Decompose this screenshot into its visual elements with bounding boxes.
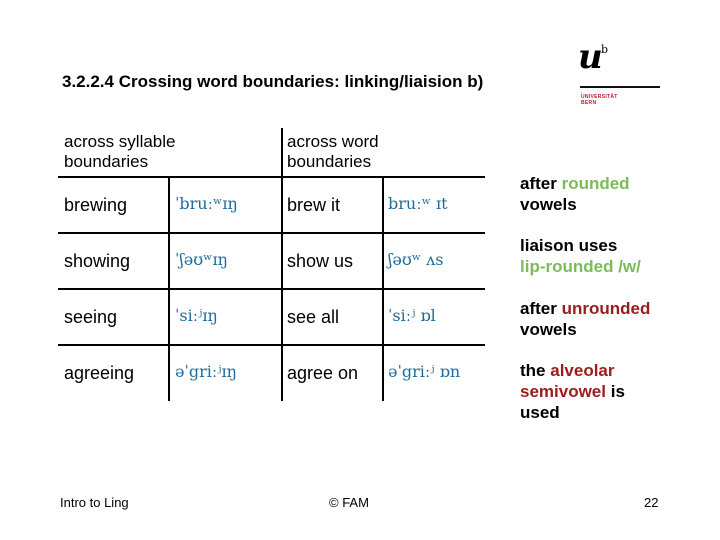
- note-highlight: rounded: [561, 174, 630, 193]
- table-rule: [58, 344, 485, 346]
- header-line: across word: [287, 132, 379, 151]
- logo-institution-line2: BERN: [581, 100, 597, 106]
- logo-rule: [580, 86, 660, 88]
- footer-copyright: © FAM: [329, 495, 369, 510]
- phrase-cell: brew it: [287, 195, 341, 215]
- phrase-ipa-cell: ʃəʊʷ ʌs: [388, 250, 444, 269]
- note-highlight: alveolar: [550, 361, 615, 380]
- footer-course: Intro to Ling: [60, 495, 129, 510]
- table-divider: [281, 128, 283, 401]
- note-text: vowels: [520, 195, 577, 214]
- word-ipa-cell: əˈgriːʲɪŋ: [175, 362, 237, 381]
- word-cell: seeing: [64, 307, 118, 327]
- word-ipa-cell: ˈbruːʷɪŋ: [175, 194, 238, 213]
- note-text: liaison uses: [520, 236, 618, 255]
- header-line: boundaries: [64, 152, 149, 171]
- note-rounded-heading: after rounded vowels: [520, 173, 710, 215]
- table-rule: [58, 232, 485, 234]
- slide-title: 3.2.2.4 Crossing word boundaries: linkin…: [62, 72, 484, 91]
- note-text: after: [520, 174, 562, 193]
- word-cell: agreeing: [64, 363, 135, 383]
- table-divider: [168, 177, 170, 401]
- header-across-syllable: across syllable boundaries: [64, 132, 176, 172]
- word-cell: showing: [64, 251, 131, 271]
- logo-superscript: b: [601, 43, 609, 56]
- table-rule: [58, 288, 485, 290]
- note-text: used: [520, 403, 560, 422]
- note-unrounded-explanation: the alveolar semivowel is used: [520, 360, 710, 423]
- header-across-word: across word boundaries: [287, 132, 379, 172]
- note-text: vowels: [520, 320, 577, 339]
- table-divider: [382, 177, 384, 401]
- note-text: the: [520, 361, 551, 380]
- word-cell: brewing: [64, 195, 128, 215]
- logo-letter: u: [578, 37, 603, 77]
- phrase-ipa-cell: bruːʷ ɪt: [388, 194, 448, 213]
- word-ipa-cell: ˈsiːʲɪŋ: [175, 306, 218, 325]
- note-highlight: lip-rounded /w/: [520, 257, 641, 276]
- phrase-ipa-cell: əˈgriːʲ ɒn: [388, 362, 461, 381]
- note-unrounded-heading: after unrounded vowels: [520, 298, 710, 340]
- note-highlight: semivowel: [520, 382, 606, 401]
- table-rule: [58, 176, 485, 178]
- word-ipa-cell: ˈʃəʊʷɪŋ: [175, 250, 228, 269]
- note-text: after: [520, 299, 562, 318]
- note-highlight: unrounded: [561, 299, 651, 318]
- phrase-cell: show us: [287, 251, 354, 271]
- header-line: across syllable: [64, 132, 176, 151]
- logo-institution: UNIVERSITÄT BERN: [581, 94, 618, 106]
- note-rounded-explanation: liaison uses lip-rounded /w/: [520, 235, 710, 277]
- phrase-cell: agree on: [287, 363, 359, 383]
- note-text: is: [606, 382, 625, 401]
- phrase-cell: see all: [287, 307, 340, 327]
- page-number: 22: [644, 495, 659, 510]
- header-line: boundaries: [287, 152, 372, 171]
- phrase-ipa-cell: ˈsiːʲ ɒl: [388, 306, 436, 325]
